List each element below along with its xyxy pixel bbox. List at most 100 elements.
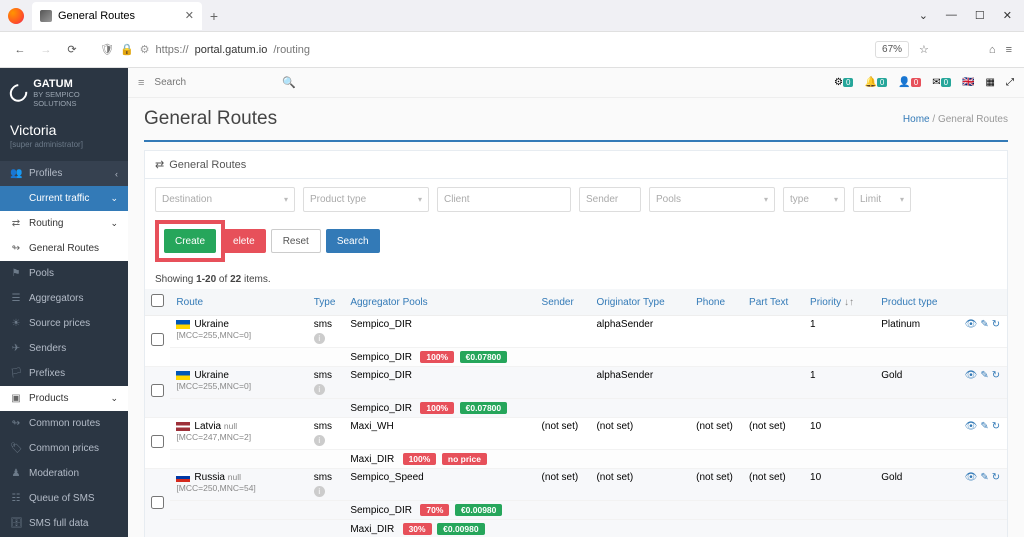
url-host: portal.gatum.io xyxy=(195,44,268,56)
filter-sender[interactable]: Sender xyxy=(579,187,641,212)
cell-sender: (not set) xyxy=(536,418,591,450)
table-subrow: Maxi_DIR 30% €0.00980 xyxy=(145,520,1007,537)
info-icon[interactable]: i xyxy=(314,384,325,395)
chevron-down-icon[interactable]: ⌄ xyxy=(919,9,928,22)
edit-icon[interactable]: ✎ xyxy=(980,370,988,381)
sidebar-item-routing[interactable]: ⇄Routing⌄ xyxy=(0,211,128,236)
expand-icon[interactable]: ⤢ xyxy=(1006,77,1014,88)
back-button[interactable]: ← xyxy=(12,44,28,56)
sidebar-item-sms-full[interactable]: 🗄SMS full data xyxy=(0,511,128,536)
forward-button[interactable]: → xyxy=(38,44,54,56)
breadcrumb-home[interactable]: Home xyxy=(903,114,930,125)
caret-down-icon: ▾ xyxy=(900,195,904,204)
refresh-icon[interactable]: ↻ xyxy=(992,421,1000,432)
window-close-icon[interactable]: ✕ xyxy=(1003,9,1012,22)
window-minimize-icon[interactable]: — xyxy=(946,9,957,22)
sidebar-item-products[interactable]: ▣Products⌄ xyxy=(0,386,128,411)
view-icon[interactable]: 👁 xyxy=(965,370,978,381)
info-icon[interactable]: i xyxy=(314,435,325,446)
col-priority[interactable]: Priority ↓↑ xyxy=(804,289,875,316)
pct-badge: 70% xyxy=(420,504,449,516)
filter-destination[interactable]: Destination▾ xyxy=(155,187,295,212)
flag-icon xyxy=(176,473,190,482)
filter-pools[interactable]: Pools▾ xyxy=(649,187,775,212)
delete-button[interactable]: elete xyxy=(222,229,266,253)
search-button[interactable]: Search xyxy=(326,229,380,253)
view-icon[interactable]: 👁 xyxy=(965,421,978,432)
bookmark-icon[interactable]: ☆ xyxy=(919,43,929,56)
row-checkbox[interactable] xyxy=(151,333,164,346)
sidebar-item-common-routes[interactable]: ↬Common routes xyxy=(0,411,128,436)
edit-icon[interactable]: ✎ xyxy=(980,421,988,432)
flag-lang-icon[interactable]: 🇬🇧 xyxy=(962,77,974,88)
pct-badge: 100% xyxy=(403,453,437,465)
refresh-icon[interactable]: ↻ xyxy=(992,319,1000,330)
search-input[interactable] xyxy=(154,77,272,88)
pct-badge: 30% xyxy=(403,523,432,535)
sidebar-item-common-prices[interactable]: 🏷Common prices xyxy=(0,436,128,461)
col-sender[interactable]: Sender xyxy=(536,289,591,316)
refresh-icon[interactable]: ↻ xyxy=(992,472,1000,483)
col-type[interactable]: Type xyxy=(308,289,345,316)
search-icon[interactable]: 🔍 xyxy=(282,76,296,89)
cell-priority: 10 xyxy=(804,469,875,501)
sidebar-item-moderation[interactable]: ♟Moderation xyxy=(0,461,128,486)
cell-route: Ukraine[MCC=255,MNC=0] xyxy=(170,367,307,399)
sidebar-item-aggregators[interactable]: ☰Aggregators xyxy=(0,286,128,311)
notif-mail-icon[interactable]: ✉0 xyxy=(932,77,951,88)
notif-bell-icon[interactable]: 🔔0 xyxy=(864,77,887,88)
filter-limit[interactable]: Limit▾ xyxy=(853,187,911,212)
sidebar-item-profiles[interactable]: 👥Profiles‹ xyxy=(0,161,128,186)
cell-route: Russia null[MCC=250,MNC=54] xyxy=(170,469,307,501)
users-icon: 👥 xyxy=(10,168,22,179)
app-menu-icon[interactable]: ≡ xyxy=(1006,44,1012,56)
sidebar-item-prefixes[interactable]: 🏳Prefixes xyxy=(0,361,128,386)
row-checkbox[interactable] xyxy=(151,496,164,509)
reload-button[interactable]: ⟳ xyxy=(64,43,80,56)
sidebar-user-name: Victoria xyxy=(0,114,128,140)
row-checkbox[interactable] xyxy=(151,384,164,397)
browser-tab-strip: General Routes ✕ + ⌄ — ☐ ✕ xyxy=(0,0,1024,32)
sidebar-item-senders[interactable]: ✈Senders xyxy=(0,336,128,361)
menu-toggle-icon[interactable]: ≡ xyxy=(138,77,144,89)
info-icon[interactable]: i xyxy=(314,486,325,497)
edit-icon[interactable]: ✎ xyxy=(980,319,988,330)
sidebar-item-general-routes[interactable]: ↬General Routes xyxy=(0,236,128,261)
sidebar-item-current-traffic[interactable]: Current traffic⌄ xyxy=(0,186,128,211)
zoom-level[interactable]: 67% xyxy=(875,41,909,58)
sidebar-item-source-prices[interactable]: ☀Source prices xyxy=(0,311,128,336)
table-row: Ukraine[MCC=255,MNC=0] smsi Sempico_DIR … xyxy=(145,367,1007,399)
view-icon[interactable]: 👁 xyxy=(965,472,978,483)
refresh-icon[interactable]: ↻ xyxy=(992,370,1000,381)
col-phone[interactable]: Phone xyxy=(690,289,743,316)
window-maximize-icon[interactable]: ☐ xyxy=(975,9,985,22)
col-route[interactable]: Route xyxy=(170,289,307,316)
tab-close-icon[interactable]: ✕ xyxy=(185,9,194,22)
edit-icon[interactable]: ✎ xyxy=(980,472,988,483)
price-badge: €0.00980 xyxy=(437,523,484,535)
col-parttext[interactable]: Part Text xyxy=(743,289,804,316)
info-icon[interactable]: i xyxy=(314,333,325,344)
col-agg[interactable]: Aggregator Pools xyxy=(344,289,535,316)
create-button[interactable]: Create xyxy=(164,229,216,253)
col-originator[interactable]: Originator Type xyxy=(590,289,690,316)
address-bar[interactable]: 🛡 🔒 ⚙ https://portal.gatum.io/routing xyxy=(90,43,865,56)
row-checkbox[interactable] xyxy=(151,435,164,448)
filter-client[interactable]: Client xyxy=(437,187,571,212)
caret-down-icon: ▾ xyxy=(834,195,838,204)
sidebar-item-pools[interactable]: ⚑Pools xyxy=(0,261,128,286)
new-tab-button[interactable]: + xyxy=(202,8,226,24)
pocket-icon[interactable]: ⌂ xyxy=(989,44,996,56)
notif-user-icon[interactable]: 👤0 xyxy=(898,77,921,88)
price-badge: €0.07800 xyxy=(460,351,507,363)
sidebar-item-queue[interactable]: ☷Queue of SMS xyxy=(0,486,128,511)
grid-icon[interactable]: ▦ xyxy=(986,77,995,88)
select-all-checkbox[interactable] xyxy=(151,294,164,307)
col-product[interactable]: Product type xyxy=(875,289,958,316)
notif-setting-icon[interactable]: ⚙0 xyxy=(834,77,853,88)
browser-tab[interactable]: General Routes ✕ xyxy=(32,2,202,30)
view-icon[interactable]: 👁 xyxy=(965,319,978,330)
reset-button[interactable]: Reset xyxy=(271,229,321,253)
filter-type[interactable]: type▾ xyxy=(783,187,845,212)
filter-product-type[interactable]: Product type▾ xyxy=(303,187,429,212)
